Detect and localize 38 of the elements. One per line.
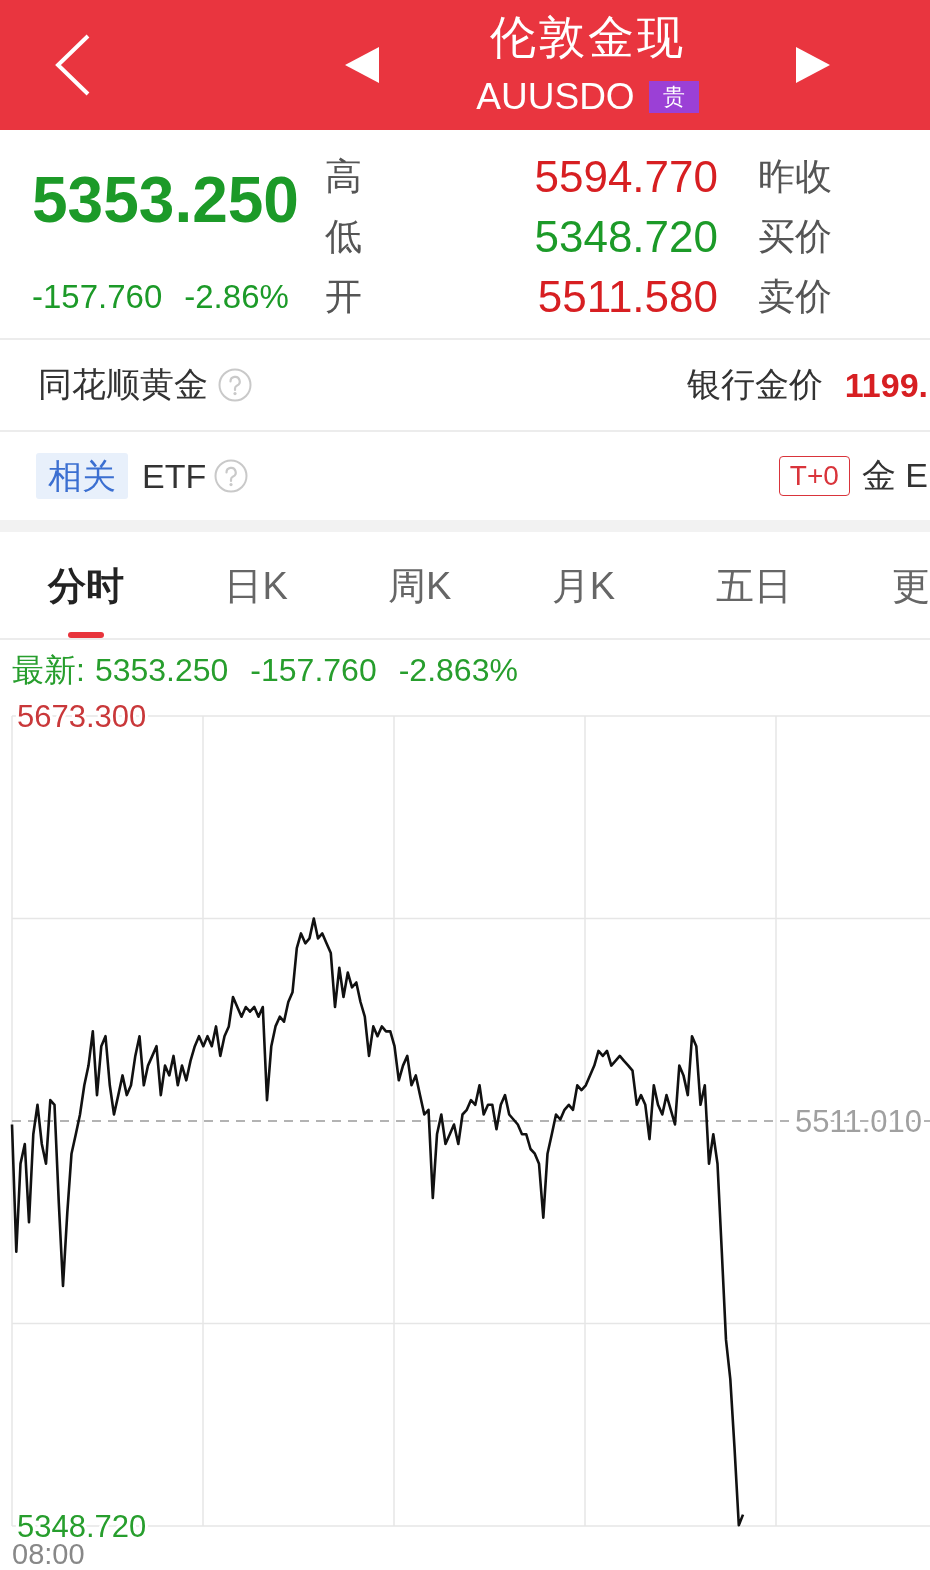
stat-label: 昨收	[757, 155, 833, 199]
category-badge: 贵	[648, 81, 699, 113]
period-tab[interactable]: 分时	[48, 562, 124, 638]
period-tab[interactable]: 日K	[224, 562, 288, 638]
reference-label: 5511.010	[795, 1103, 922, 1139]
legend-change: -157.760	[250, 651, 377, 690]
legend-label: 最新:	[12, 651, 85, 690]
price-change: -157.760	[32, 277, 163, 317]
stat-label: 低	[325, 215, 363, 259]
legend-percent: -2.863%	[398, 651, 518, 690]
related-tag: 相关	[36, 453, 128, 499]
trading-rule-badge: T+0	[778, 456, 850, 496]
period-tab[interactable]: 月K	[551, 562, 616, 638]
stat-value: 5511.580	[536, 271, 718, 323]
axis-label: 5673.300	[17, 700, 147, 734]
period-tab[interactable]: 周K	[388, 562, 452, 638]
instrument-symbol: AUUSDO	[476, 76, 635, 118]
right-triangle-icon[interactable]	[796, 47, 830, 83]
stat-label: 买价	[757, 215, 833, 259]
period-tab[interactable]: 五日	[715, 562, 792, 638]
bank-price-value: 1199.	[844, 365, 928, 405]
instrument-title: 伦敦金现	[489, 10, 686, 65]
stat-label: 开	[325, 275, 363, 319]
percent-change: -2.86%	[184, 277, 289, 317]
bank-price-label: 银行金价	[686, 364, 823, 405]
back-icon[interactable]	[55, 34, 91, 96]
stat-value: 5348.720	[534, 211, 718, 263]
stat-label: 高	[325, 155, 363, 199]
left-triangle-icon[interactable]	[345, 47, 379, 83]
section-title[interactable]: ETF	[142, 456, 207, 496]
legend-price: 5353.250	[94, 651, 229, 690]
fund-name[interactable]: 金 E	[861, 453, 928, 499]
section-title[interactable]: 同花顺黄金	[38, 362, 208, 408]
stat-label: 卖价	[757, 275, 833, 319]
tab-underline	[68, 632, 104, 638]
last-price: 5353.250	[32, 164, 300, 236]
stat-value: 5594.770	[534, 151, 718, 203]
period-tab[interactable]: 更	[891, 562, 930, 638]
